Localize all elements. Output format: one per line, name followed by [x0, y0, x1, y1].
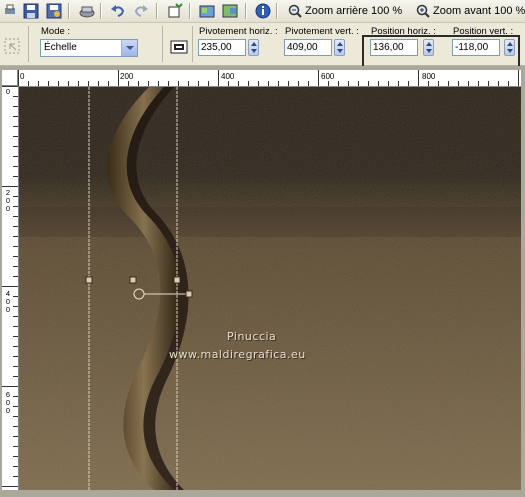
zoom-in-button[interactable]: Zoom avant 100 %	[416, 2, 525, 20]
pivot-v-label: Pivotement vert. :	[285, 26, 359, 37]
ruler-h-label-2: 400	[221, 72, 235, 81]
save-icon[interactable]	[21, 1, 40, 20]
zoom-in-label: Zoom avant 100 %	[433, 5, 525, 17]
scanner-icon[interactable]	[77, 1, 96, 20]
mode-select[interactable]: Échelle	[40, 39, 138, 57]
pick-tool-icon[interactable]	[3, 37, 21, 55]
ruler-h-label-4: 800	[422, 72, 436, 81]
redo-icon[interactable]	[131, 1, 150, 20]
magnifier-minus-icon	[288, 4, 302, 18]
chevron-down-icon[interactable]	[121, 40, 137, 56]
new-layer-icon[interactable]	[165, 1, 184, 20]
info-icon[interactable]	[253, 1, 272, 20]
mode-select-value: Échelle	[44, 42, 77, 53]
ruler-h-label-0: 0	[20, 72, 25, 81]
horizontal-ruler: 0 200 400 600 800	[18, 70, 521, 87]
pivot-h-label: Pivotement horiz. :	[199, 26, 278, 37]
watermark-url: www.maldiregrafica.eu	[169, 348, 306, 361]
zoom-out-label: Zoom arrière 100 %	[305, 5, 403, 17]
ruler-h-label-1: 200	[120, 72, 134, 81]
print-icon[interactable]	[0, 1, 19, 20]
image-canvas[interactable]: Pinuccia www.maldiregrafica.eu	[19, 87, 521, 490]
handle-right	[173, 276, 181, 284]
pivot-v-spinner[interactable]	[334, 39, 345, 56]
zoom-out-button[interactable]: Zoom arrière 100 %	[288, 2, 402, 20]
ruler-h-label-3: 600	[321, 72, 335, 81]
presets-icon[interactable]	[170, 38, 188, 56]
pivot-v-field[interactable]: 409,00	[284, 39, 332, 56]
pivot-h-field[interactable]: 235,00	[198, 39, 246, 56]
ruler-corner	[2, 70, 18, 86]
handle-top	[129, 276, 137, 284]
ruler-v-label: 400	[5, 289, 11, 314]
watermark-name: Pinuccia	[227, 330, 277, 343]
pivot-h-spinner[interactable]	[248, 39, 259, 56]
handle-left	[85, 276, 93, 284]
undo-icon[interactable]	[108, 1, 127, 20]
ruler-v-label: 600	[5, 390, 11, 415]
rotation-handle	[185, 290, 193, 298]
ruler-v-label: 200	[5, 188, 11, 213]
magnifier-plus-icon	[416, 4, 430, 18]
mode-label: Mode :	[41, 26, 71, 37]
ruler-v-label: 0	[5, 87, 11, 96]
main-toolbar: Zoom arrière 100 % Zoom avant 100 %	[0, 0, 525, 23]
tool-options-bar: Mode : Échelle Pivotement horiz. : 235,0…	[0, 23, 525, 84]
save-as-icon[interactable]	[44, 1, 63, 20]
browse-icon[interactable]	[197, 1, 216, 20]
image-icon[interactable]	[220, 1, 239, 20]
vertical-ruler: 0 200 400 600	[2, 86, 19, 490]
